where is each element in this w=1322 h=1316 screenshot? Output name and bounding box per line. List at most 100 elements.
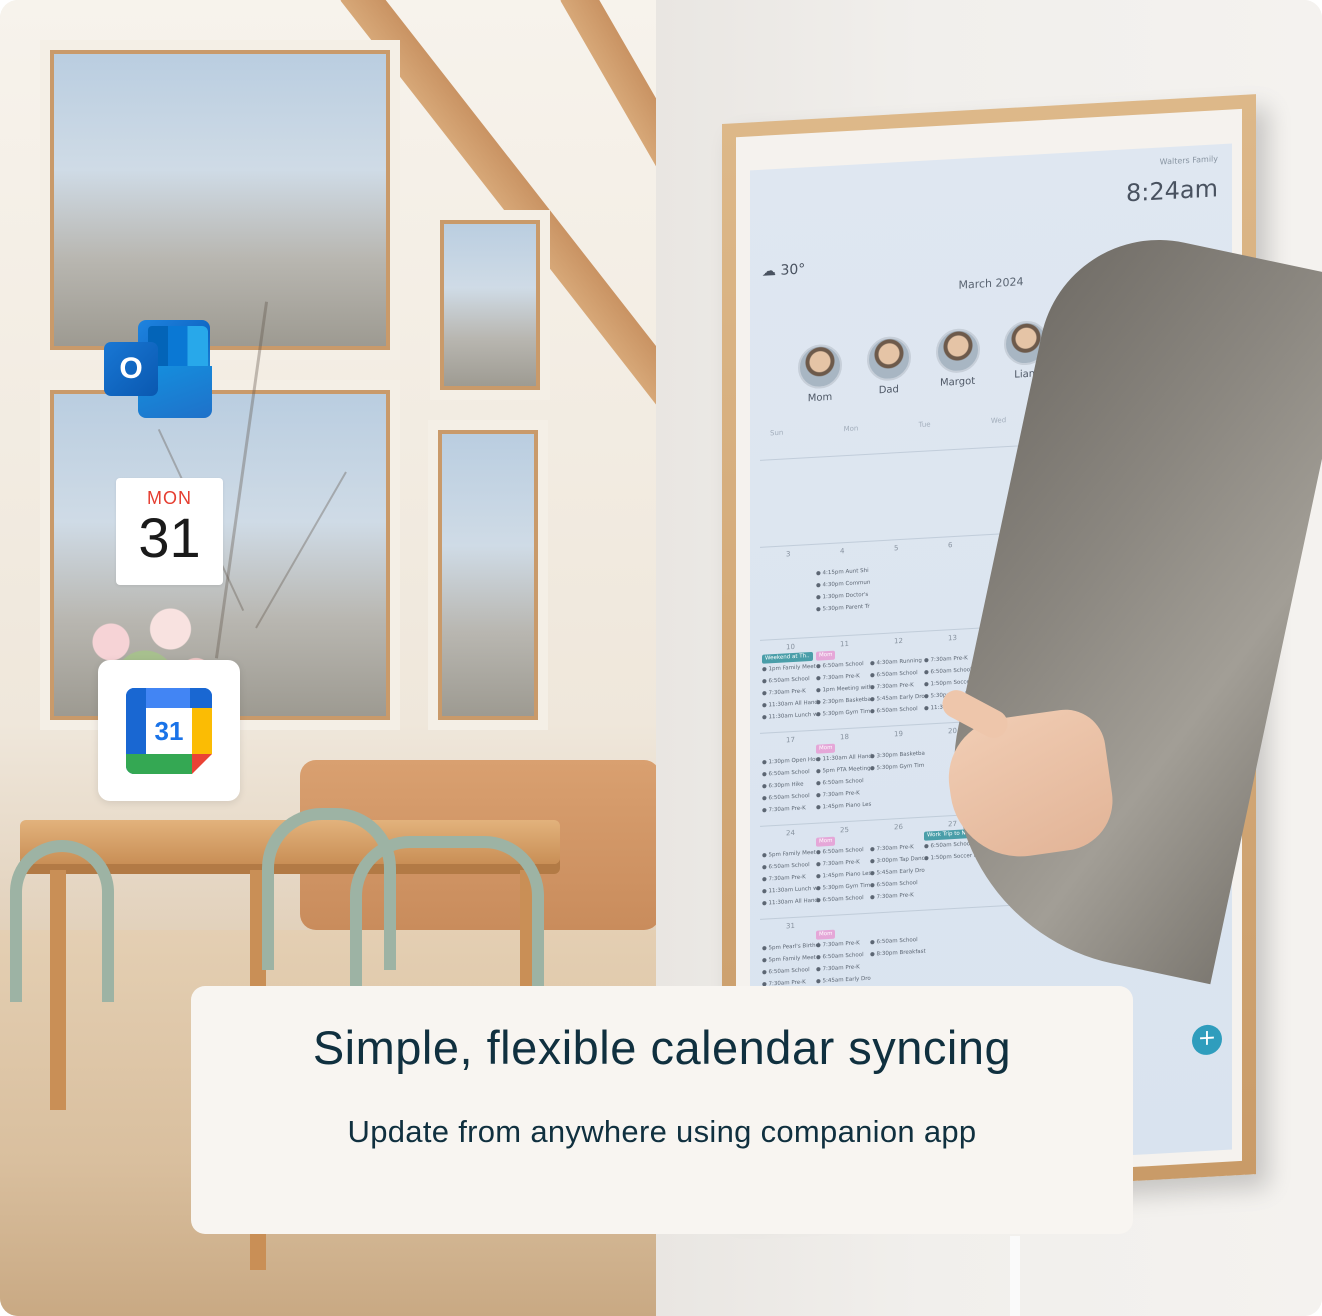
event-item[interactable]: ● 11:30am All Hand xyxy=(816,754,872,763)
day-number[interactable]: 4 xyxy=(840,547,844,555)
day-number[interactable]: 25 xyxy=(840,826,849,834)
account-name: Walters Family xyxy=(1159,154,1218,167)
event-item[interactable]: ● 1:45pm Piano Les xyxy=(816,871,871,880)
profile-name: Dad xyxy=(878,384,899,397)
event-item[interactable]: ● 1pm Meeting with xyxy=(816,685,872,694)
weekday-label: Wed xyxy=(990,416,1007,425)
day-number[interactable]: 27 xyxy=(948,820,957,828)
event-item[interactable]: ● 6:30pm Hike xyxy=(762,781,804,789)
event-item[interactable]: ● 5:30pm Gym Tim xyxy=(870,763,924,772)
event-item[interactable]: ● 7:30am Pre-K xyxy=(924,655,968,663)
event-item[interactable]: ● 6:50am School xyxy=(870,670,918,679)
day-number[interactable]: 12 xyxy=(894,637,903,645)
profile-name: Mom xyxy=(807,391,833,405)
event-item[interactable]: ● 5:30pm Gym Tim xyxy=(816,709,870,718)
day-number[interactable]: 19 xyxy=(894,730,903,738)
event-item[interactable]: ● 5:30pm Gym Tim xyxy=(816,883,870,892)
window xyxy=(40,40,400,360)
event-pill[interactable]: Mom xyxy=(816,836,836,847)
day-number[interactable]: 26 xyxy=(894,823,903,831)
event-item[interactable]: ● 5:45am Early Dro xyxy=(816,976,871,985)
event-item[interactable]: ● 6:50am School xyxy=(924,841,972,850)
event-item[interactable]: ● 5:45am Early Dro xyxy=(870,868,925,877)
event-item[interactable]: ● 11:30am Lunch w xyxy=(762,712,818,721)
event-item[interactable]: ● 7:30am Pre-K xyxy=(762,688,806,696)
event-pill[interactable]: Weekend at Th.. xyxy=(762,651,813,664)
profile-dad[interactable]: Dad xyxy=(861,335,917,401)
event-item[interactable]: ● 7:30am Pre-K xyxy=(816,673,860,681)
event-item[interactable]: ● 7:30am Pre-K xyxy=(816,964,860,972)
day-number[interactable]: 10 xyxy=(786,643,795,651)
event-item[interactable]: ● 6:50am School xyxy=(762,676,810,685)
profile-margot[interactable]: Margot xyxy=(930,327,986,397)
event-item[interactable]: ● 7:30am Pre-K xyxy=(816,940,860,948)
event-item[interactable]: ● 11:30am All Hand xyxy=(762,898,818,907)
event-item[interactable]: ● 7:30am Pre-K xyxy=(870,844,914,852)
event-item[interactable]: ● 2:30pm Basketba xyxy=(816,697,871,706)
apple-calendar-date: 31 xyxy=(138,506,201,569)
weather-readout: ☁ 30° xyxy=(762,261,806,280)
google-calendar-date: 31 xyxy=(154,716,184,746)
event-item[interactable]: ● 6:50am School xyxy=(816,895,864,904)
event-item[interactable]: ● 6:50am School xyxy=(816,847,864,856)
event-item[interactable]: ● 7:30am Pre-K xyxy=(870,682,914,690)
event-item[interactable]: ● 6:50am School xyxy=(762,967,810,976)
event-item[interactable]: ● 4:30pm Commun xyxy=(816,580,870,589)
profile-mom[interactable]: Mom xyxy=(792,343,848,405)
event-item[interactable]: ● 6:50am School xyxy=(762,793,810,802)
event-item[interactable]: ● 6:50am School xyxy=(762,769,810,778)
event-item[interactable]: ● 6:50am School xyxy=(762,862,810,871)
event-item[interactable]: ● 4:30am Running xyxy=(870,658,922,667)
event-item[interactable]: ● 1:50pm Soccer Pr xyxy=(924,853,979,862)
event-item[interactable]: ● 7:30am Pre-K xyxy=(816,790,860,798)
event-item[interactable]: ● 5:45am Early Dro xyxy=(870,694,925,703)
day-number[interactable]: 31 xyxy=(786,922,795,930)
event-item[interactable]: ● 11:30am All Hand xyxy=(762,700,818,709)
day-number[interactable]: 18 xyxy=(840,733,849,741)
event-item[interactable]: ● 7:30am Pre-K xyxy=(816,859,860,867)
event-item[interactable]: ● 6:50am School xyxy=(816,778,864,787)
day-number[interactable]: 24 xyxy=(786,829,795,837)
day-number[interactable]: 5 xyxy=(894,544,898,552)
day-number[interactable]: 11 xyxy=(840,640,849,648)
event-item[interactable]: ● 3:00pm Tap Danc xyxy=(870,856,925,865)
event-item[interactable]: ● 6:50am School xyxy=(870,706,918,715)
event-item[interactable]: ● 1pm Family Meet xyxy=(762,664,816,673)
event-item[interactable]: ● 7:30am Pre-K xyxy=(762,874,806,882)
day-number[interactable]: 13 xyxy=(948,634,957,642)
event-pill[interactable]: Mom xyxy=(816,929,836,940)
event-item[interactable]: ● 5pm PTA Meeting xyxy=(816,766,871,775)
caption-card: Simple, flexible calendar syncing Update… xyxy=(191,986,1133,1234)
day-number[interactable]: 20 xyxy=(948,727,957,735)
headline: Simple, flexible calendar syncing xyxy=(312,1021,1012,1074)
event-item[interactable]: ● 5pm Family Meet xyxy=(762,955,816,964)
day-number[interactable]: 3 xyxy=(786,550,790,558)
event-item[interactable]: ● 6:50am School xyxy=(870,880,918,889)
avatar xyxy=(935,327,980,375)
chair xyxy=(350,836,544,1008)
event-pill[interactable]: Mom xyxy=(816,743,836,754)
event-item[interactable]: ● 6:50am School xyxy=(870,937,918,946)
event-item[interactable]: ● 1:30pm Doctor's xyxy=(816,592,868,601)
event-item[interactable]: ● 5pm Pearl's Birthd xyxy=(762,943,819,952)
event-item[interactable]: ● 5pm Family Meet xyxy=(762,850,816,859)
event-item[interactable]: ● 5:30pm Parent Tr xyxy=(816,604,870,613)
event-item[interactable]: ● 1:45pm Piano Les xyxy=(816,802,871,811)
event-item[interactable]: ● 1:30pm Open Hou xyxy=(762,757,819,766)
event-item[interactable]: ● 4:15pm Aunt Shi xyxy=(816,568,869,577)
event-item[interactable]: ● 11:30am Lunch w xyxy=(762,886,818,895)
event-item[interactable]: ● 6:50am School xyxy=(816,952,864,961)
outlook-letter: O xyxy=(104,342,158,396)
event-item[interactable]: ● 6:50am School xyxy=(924,667,972,676)
window xyxy=(430,210,550,400)
avatar xyxy=(798,343,842,390)
event-item[interactable]: ● 3:30pm Basketba xyxy=(870,751,925,760)
event-item[interactable]: ● 7:30am Pre-K xyxy=(870,892,914,900)
day-number[interactable]: 17 xyxy=(786,736,795,744)
event-item[interactable]: ● 6:50am School xyxy=(816,661,864,670)
event-pill[interactable]: Mom xyxy=(816,650,836,661)
day-number[interactable]: 6 xyxy=(948,541,952,549)
event-item[interactable]: ● 8:30pm Breakfast xyxy=(870,949,926,958)
event-item[interactable]: ● 7:30am Pre-K xyxy=(762,805,806,813)
profile-name: Margot xyxy=(940,375,976,389)
